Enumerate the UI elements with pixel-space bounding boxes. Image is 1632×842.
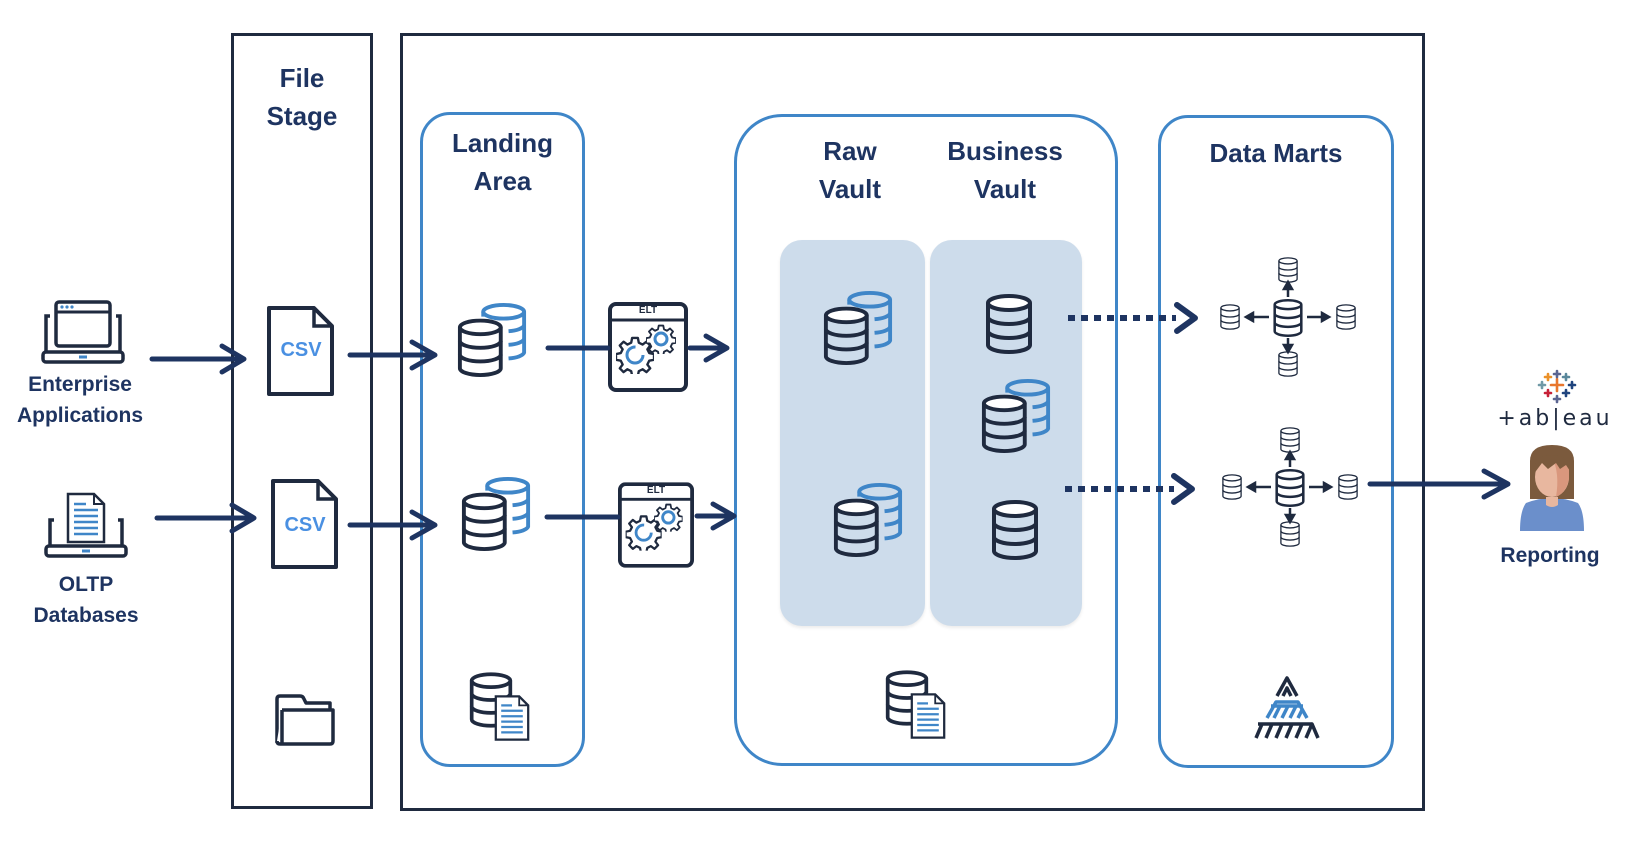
connection-layer	[149, 302, 1511, 541]
dotted-arrowhead-mart2	[1171, 473, 1195, 505]
dotted-arrowhead-mart1	[1174, 302, 1198, 334]
